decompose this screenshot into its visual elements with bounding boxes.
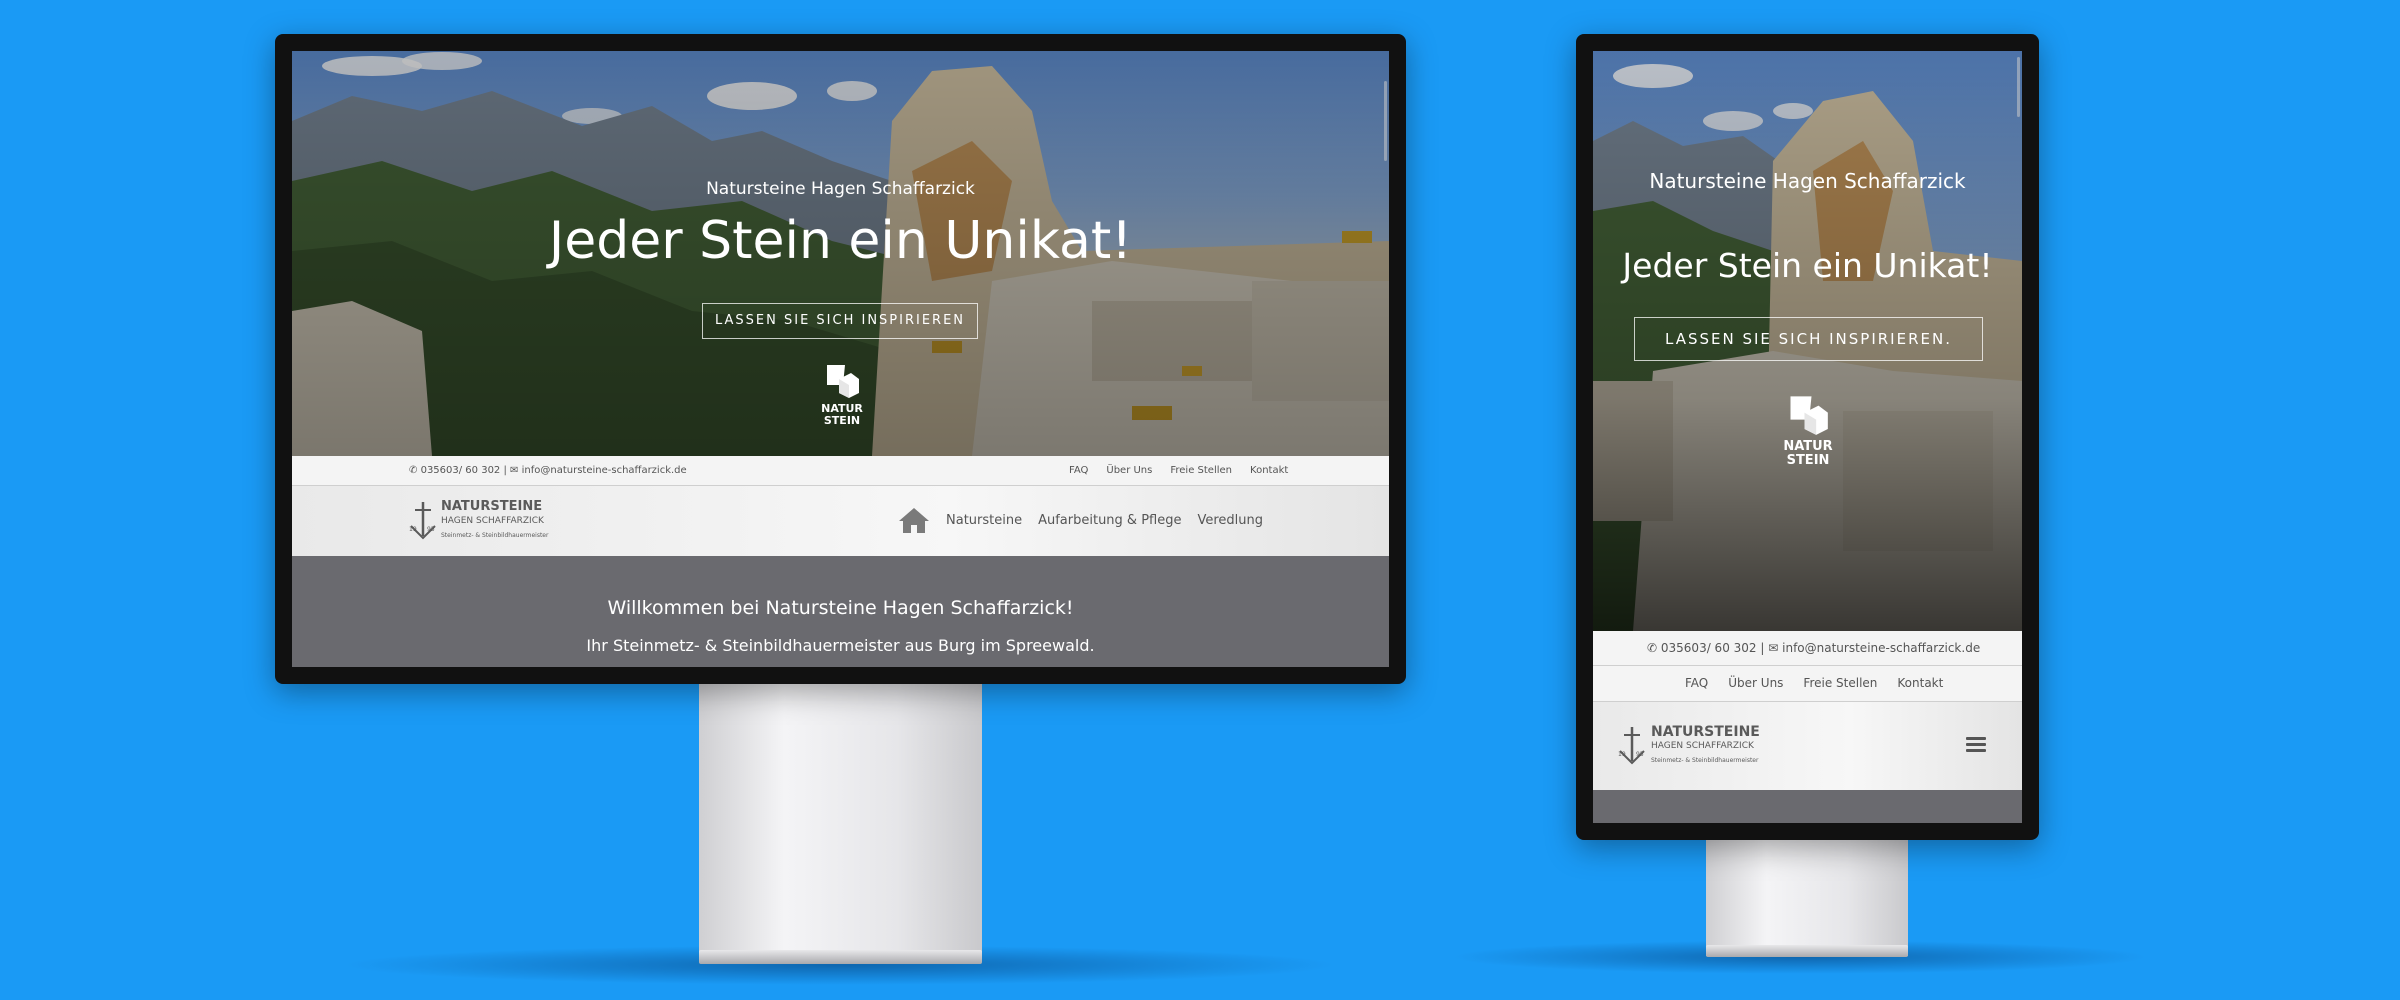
page-scrollbar[interactable] bbox=[1384, 81, 1387, 161]
top-link-freie-stellen[interactable]: Freie Stellen bbox=[1803, 676, 1877, 690]
screen-desktop: Natursteine Hagen Schaffarzick Jeder Ste… bbox=[292, 51, 1389, 667]
topbar-divider bbox=[1593, 665, 2022, 666]
main-navigation: 19 95 NATURSTEINE HAGEN SCHAFFARZICK Ste… bbox=[292, 486, 1389, 556]
nav-link-aufarbeitung[interactable]: Aufarbeitung & Pflege bbox=[1038, 513, 1181, 528]
screen-portrait: Natursteine Hagen Schaffarzick Jeder Ste… bbox=[1593, 51, 2022, 823]
monitor-desktop: Natursteine Hagen Schaffarzick Jeder Ste… bbox=[275, 34, 1406, 684]
contact-info: ✆ 035603/ 60 302 | ✉ info@natursteine-sc… bbox=[409, 465, 687, 476]
hamburger-bar bbox=[1966, 743, 1986, 746]
inspire-button-mobile[interactable]: LASSEN SIE SICH INSPIRIEREN. bbox=[1634, 317, 1983, 361]
hero-subtitle: Natursteine Hagen Schaffarzick bbox=[706, 179, 975, 199]
monitor-stand-desktop bbox=[699, 684, 982, 952]
svg-text:19: 19 bbox=[1618, 751, 1626, 758]
monitor-portrait: Natursteine Hagen Schaffarzick Jeder Ste… bbox=[1576, 34, 2039, 840]
monitor-stand-portrait bbox=[1706, 840, 1908, 956]
nav-link-natursteine[interactable]: Natursteine bbox=[946, 513, 1022, 528]
welcome-title: Willkommen bei Natursteine Hagen Schaffa… bbox=[607, 597, 1074, 619]
hero-subtitle-mobile: Natursteine Hagen Schaffarzick bbox=[1649, 169, 1966, 193]
svg-text:95: 95 bbox=[427, 526, 435, 533]
hero-section-mobile: Natursteine Hagen Schaffarzick Jeder Ste… bbox=[1593, 51, 2022, 631]
top-link-faq[interactable]: FAQ bbox=[1069, 465, 1088, 476]
contact-separator: | bbox=[503, 465, 507, 476]
monitor-foot-desktop bbox=[699, 950, 982, 964]
top-link-kontakt[interactable]: Kontakt bbox=[1250, 465, 1288, 476]
phone-icon: ✆ bbox=[409, 465, 418, 476]
stone-cube-icon bbox=[827, 365, 859, 398]
email-link[interactable]: info@natursteine-schaffarzick.de bbox=[1782, 641, 1980, 655]
top-links: FAQ Über Uns Freie Stellen Kontakt bbox=[1069, 465, 1288, 476]
badge-line-2: STEIN bbox=[823, 413, 861, 427]
anchor-logo-mark: 19 95 bbox=[1618, 727, 1645, 765]
top-link-freie-stellen[interactable]: Freie Stellen bbox=[1170, 465, 1232, 476]
hero-title: Jeder Stein ein Unikat! bbox=[548, 211, 1133, 271]
welcome-text: Ihr Steinmetz- & Steinbildhauermeister a… bbox=[586, 636, 1095, 655]
hamburger-bar bbox=[1966, 749, 1986, 752]
phone-icon: ✆ bbox=[1647, 641, 1658, 655]
top-link-ueber-uns[interactable]: Über Uns bbox=[1106, 465, 1152, 476]
contact-separator: | bbox=[1760, 641, 1765, 655]
top-links-mobile: FAQ Über Uns Freie Stellen Kontakt bbox=[1685, 676, 1943, 690]
top-link-faq[interactable]: FAQ bbox=[1685, 676, 1708, 690]
naturstein-badge: NATUR STEIN bbox=[807, 363, 877, 426]
monitor-foot-portrait bbox=[1706, 945, 1908, 957]
welcome-section-mobile bbox=[1593, 790, 2022, 823]
logo-name: NATURSTEINE bbox=[441, 499, 543, 514]
nav-links: Natursteine Aufarbeitung & Pflege Veredl… bbox=[898, 506, 1263, 534]
logo-name: NATURSTEINE bbox=[1651, 724, 1760, 740]
logo-owner: HAGEN SCHAFFARZICK bbox=[441, 516, 544, 526]
inspire-button[interactable]: LASSEN SIE SICH INSPIRIEREN bbox=[702, 303, 978, 339]
phone-number[interactable]: 035603/ 60 302 bbox=[421, 465, 501, 476]
stone-cube-icon bbox=[1790, 396, 1828, 435]
logo-tagline: Steinmetz- & Steinbildhauermeister bbox=[1651, 757, 1759, 764]
main-navigation-mobile: 19 95 NATURSTEINE HAGEN SCHAFFARZICK Ste… bbox=[1593, 702, 2022, 790]
top-contact-bar-mobile: ✆ 035603/ 60 302 | ✉ info@natursteine-sc… bbox=[1593, 631, 2022, 702]
contact-info-mobile: ✆ 035603/ 60 302 | ✉ info@natursteine-sc… bbox=[1647, 641, 1980, 655]
logo-owner: HAGEN SCHAFFARZICK bbox=[1651, 741, 1754, 751]
top-link-ueber-uns[interactable]: Über Uns bbox=[1728, 676, 1783, 690]
hamburger-menu-icon[interactable] bbox=[1966, 737, 1986, 753]
badge-line-2: STEIN bbox=[1786, 452, 1830, 468]
svg-text:19: 19 bbox=[409, 526, 417, 533]
badge-line-1: NATUR bbox=[1783, 439, 1833, 454]
page-scrollbar-mobile[interactable] bbox=[2017, 57, 2020, 117]
welcome-section: Willkommen bei Natursteine Hagen Schaffa… bbox=[292, 556, 1389, 667]
hero-section: Natursteine Hagen Schaffarzick Jeder Ste… bbox=[292, 51, 1389, 456]
nav-link-veredlung[interactable]: Veredlung bbox=[1197, 513, 1263, 528]
envelope-icon: ✉ bbox=[510, 465, 519, 476]
company-logo[interactable]: 19 95 NATURSTEINE HAGEN SCHAFFARZICK Ste… bbox=[409, 498, 549, 544]
envelope-icon: ✉ bbox=[1768, 641, 1779, 655]
top-contact-bar: ✆ 035603/ 60 302 | ✉ info@natursteine-sc… bbox=[292, 456, 1389, 486]
svg-text:95: 95 bbox=[1636, 751, 1644, 758]
anchor-logo-mark: 19 95 bbox=[409, 502, 436, 540]
email-link[interactable]: info@natursteine-schaffarzick.de bbox=[522, 465, 687, 476]
hero-title-mobile: Jeder Stein ein Unikat! bbox=[1622, 246, 1993, 285]
badge-line-1: NATUR bbox=[821, 402, 863, 415]
top-link-kontakt[interactable]: Kontakt bbox=[1897, 676, 1943, 690]
phone-number[interactable]: 035603/ 60 302 bbox=[1661, 641, 1757, 655]
company-logo-mobile[interactable]: 19 95 NATURSTEINE HAGEN SCHAFFARZICK Ste… bbox=[1617, 723, 1767, 769]
home-icon[interactable] bbox=[898, 506, 930, 534]
hamburger-bar bbox=[1966, 737, 1986, 740]
naturstein-badge-mobile: NATUR STEIN bbox=[1773, 394, 1843, 467]
logo-tagline: Steinmetz- & Steinbildhauermeister bbox=[441, 532, 549, 539]
